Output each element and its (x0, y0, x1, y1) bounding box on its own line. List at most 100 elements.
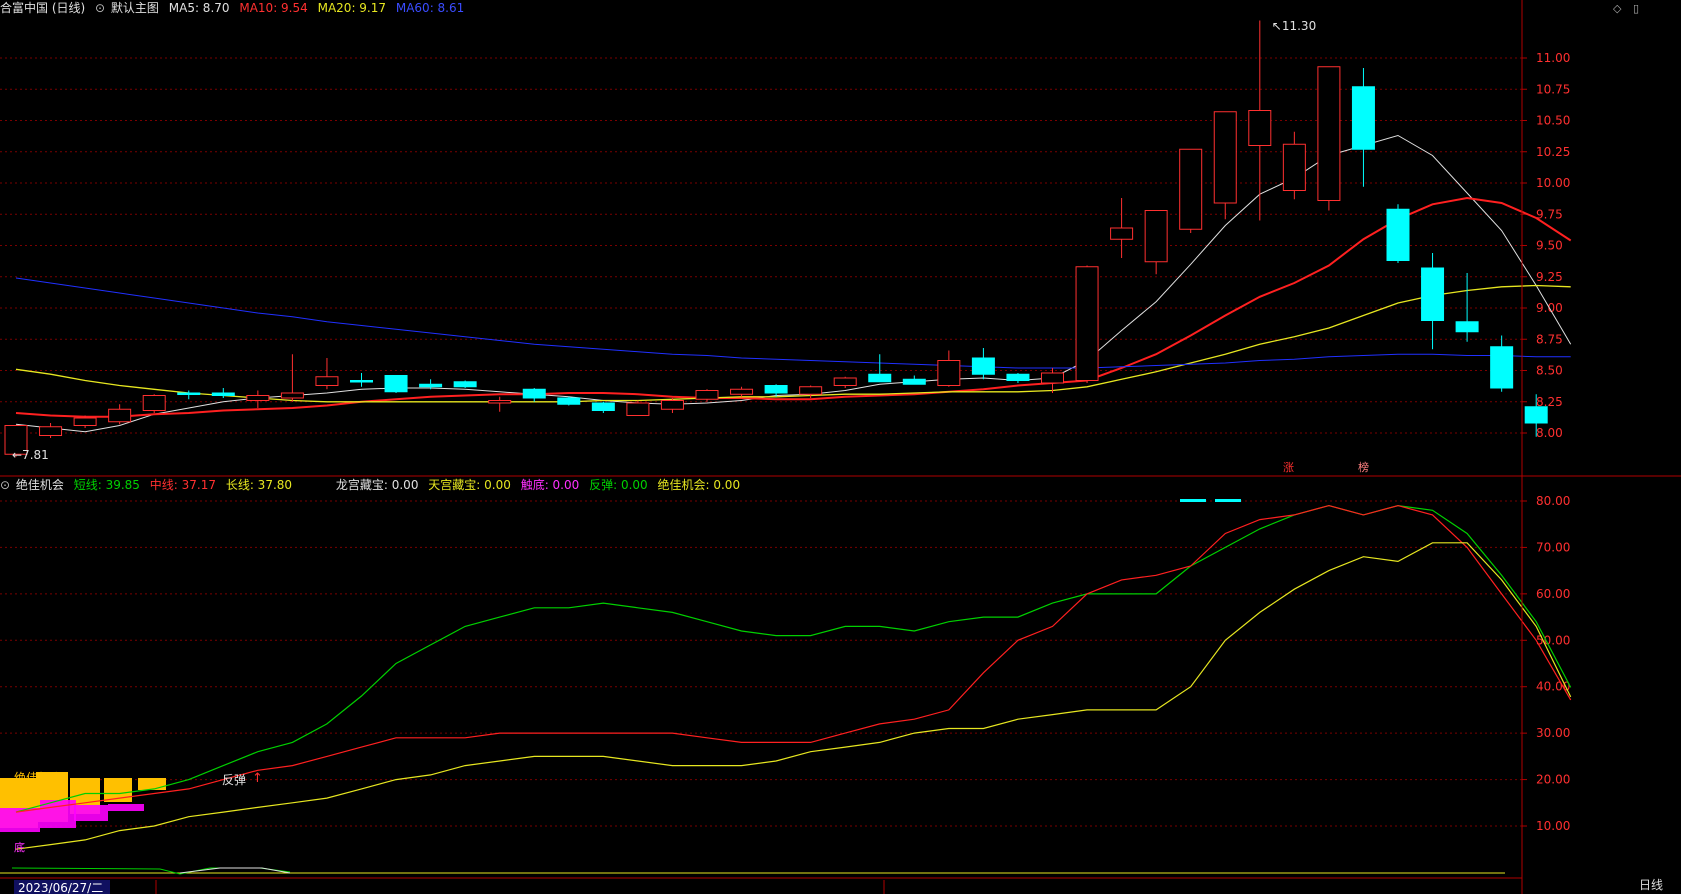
price-tick-label: 9.25 (1536, 270, 1563, 284)
indicator-tick-label: 70.00 (1536, 540, 1570, 554)
candle-down (1006, 373, 1030, 381)
low-price-label: ←7.81 (12, 448, 49, 462)
candle-down (177, 392, 201, 395)
short-line-value: 短线: 39.85 (73, 478, 140, 492)
price-tick-label: 10.50 (1536, 114, 1570, 128)
period-label[interactable]: 日线 (1639, 876, 1663, 893)
dropdown-icon[interactable]: ⊙ (95, 1, 105, 15)
price-tick-label: 10.25 (1536, 145, 1570, 159)
stock-chart[interactable]: 8.008.258.508.759.009.259.509.7510.0010.… (0, 0, 1681, 894)
candle-up (1179, 148, 1203, 230)
candle-up (39, 426, 63, 436)
candle-up (142, 395, 166, 411)
price-tick-label: 8.00 (1536, 426, 1563, 440)
indicator-line-1 (15, 504, 1572, 813)
signal-text-fantan: 反弹 (222, 773, 246, 787)
chart-annotations: ↖11.30←7.81涨 榜绝佳机会 反弹 ↑底2023/06/27/二 (12, 19, 1369, 894)
indicator-line-3 (15, 542, 1572, 850)
window-controls: ◇ ▯ (1605, 2, 1639, 15)
candle-down (557, 397, 581, 405)
indicator-header: ⊙ 绝佳机会 短线: 39.85 中线: 37.17 长线: 37.80 龙宫藏… (0, 477, 746, 493)
candle-up (695, 390, 719, 400)
candle-up (833, 377, 857, 386)
pin-icon[interactable]: ▯ (1633, 2, 1639, 15)
bottom-signal-bar (108, 804, 144, 811)
bottom-signal-bar (74, 805, 108, 821)
ma5-value: MA5: 8.70 (168, 1, 230, 15)
candle-up (1075, 266, 1099, 381)
indicator-tick-label: 80.00 (1536, 494, 1570, 508)
candle-up (73, 417, 97, 426)
ma10-value: MA10: 9.54 (239, 1, 308, 15)
indicator-tick-label: 60.00 (1536, 587, 1570, 601)
candle-down (868, 373, 892, 383)
candle-up (1282, 143, 1306, 191)
candle-down (384, 375, 408, 393)
stock-title[interactable]: 合富中国 (日线) (0, 1, 85, 15)
candle-up (315, 376, 339, 386)
longgong-value: 龙宫藏宝: 0.00 (335, 478, 419, 492)
candle-up (488, 400, 512, 404)
up-arrow-icon: ↑ (252, 771, 263, 786)
panel-frame (0, 0, 1681, 894)
indicator-tick-label: 20.00 (1536, 773, 1570, 787)
candle-down (1421, 267, 1445, 321)
diamond-icon[interactable]: ◇ (1613, 2, 1621, 15)
candle-up (730, 388, 754, 395)
dragon-tiger-mark: 榜 (1358, 460, 1369, 474)
signal-bar (138, 778, 166, 790)
indicator-tick-label: 10.00 (1536, 819, 1570, 833)
ma10-line (15, 196, 1572, 418)
price-tick-label: 9.50 (1536, 239, 1563, 253)
chudi-value: 触底: 0.00 (520, 478, 580, 492)
dropdown-icon[interactable]: ⊙ (0, 478, 10, 492)
signal-text-jiajia: 绝佳机会 (14, 770, 62, 785)
high-price-label: ↖11.30 (1272, 19, 1316, 33)
candle-up (1248, 110, 1272, 146)
candle-up (1317, 66, 1341, 201)
indicator-tick-label: 30.00 (1536, 726, 1570, 740)
candle-up (108, 408, 132, 423)
candle-down (971, 357, 995, 375)
ma20-line (15, 284, 1571, 403)
indicator-signal-bars (0, 499, 1241, 832)
price-tick-label: 8.50 (1536, 364, 1563, 378)
price-tick-label: 11.00 (1536, 51, 1570, 65)
candle-down (1524, 406, 1548, 424)
price-tick-label: 9.75 (1536, 207, 1563, 221)
candle-up (937, 360, 961, 386)
mid-line-value: 中线: 37.17 (149, 478, 216, 492)
candle-down (1455, 321, 1479, 333)
top-signal-mark (1180, 499, 1206, 502)
candle-up (1213, 111, 1237, 204)
view-label[interactable]: 默认主图 (111, 1, 159, 15)
candle-down (591, 402, 615, 411)
candle-up (626, 402, 650, 416)
candle-down (1351, 86, 1375, 150)
indicator-name[interactable]: 绝佳机会 (16, 478, 64, 492)
candle-up (1110, 227, 1134, 240)
candle-up (1144, 210, 1168, 263)
small-line (179, 867, 291, 874)
candle-down (522, 388, 546, 399)
candle-down (453, 381, 477, 388)
candle-down (1490, 346, 1514, 389)
indicator-lines (0, 504, 1572, 875)
signal-text-chudi: 底 (14, 840, 25, 854)
main-chart-header: 合富中国 (日线) ⊙ 默认主图 MA5: 8.70 MA10: 9.54 MA… (0, 0, 470, 16)
tiangong-value: 天宫藏宝: 0.00 (428, 478, 511, 492)
candle-down (902, 378, 926, 385)
candle-up (246, 395, 270, 401)
date-label: 2023/06/27/二 (18, 881, 103, 894)
ma60-value: MA60: 8.61 (395, 1, 465, 15)
candle-down (1386, 208, 1410, 261)
indicator-axis: 10.0020.0030.0040.0050.0060.0070.0080.00 (1522, 494, 1570, 833)
candle-down (764, 385, 788, 394)
candlesticks (4, 20, 1548, 457)
price-tick-label: 10.00 (1536, 176, 1570, 190)
candle-up (799, 386, 823, 395)
main-panel-grid (0, 57, 1522, 434)
candle-down (419, 383, 443, 388)
ma60-line (15, 277, 1571, 369)
candle-up (660, 400, 684, 410)
